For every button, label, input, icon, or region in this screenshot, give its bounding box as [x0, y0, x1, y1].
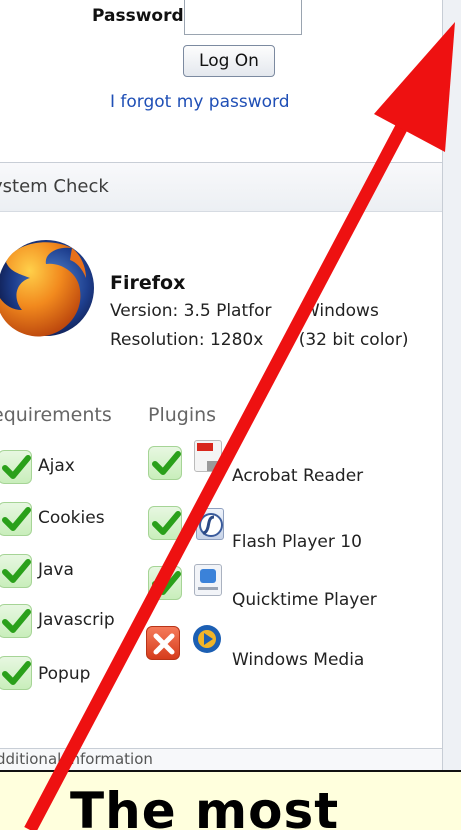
red-arrow-annotation	[24, 22, 455, 830]
